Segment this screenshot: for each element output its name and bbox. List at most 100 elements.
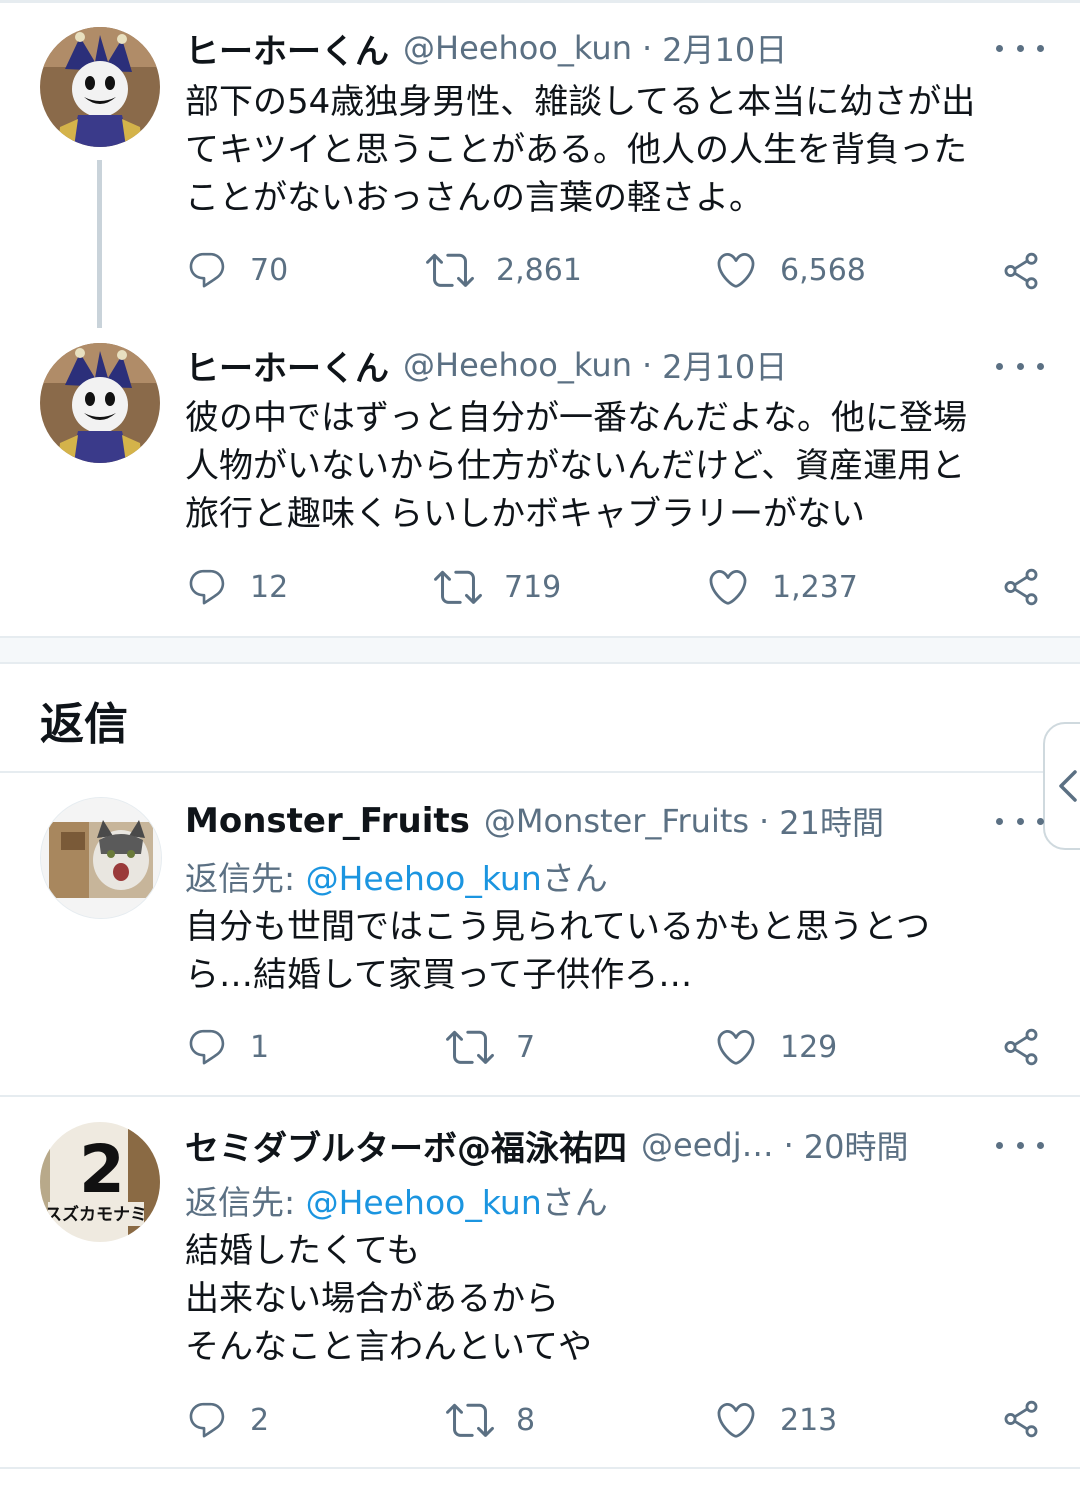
reply-icon (189, 1402, 225, 1438)
share-icon[interactable] (1000, 1398, 1042, 1440)
retweet-icon (446, 1030, 494, 1064)
section-gap (0, 636, 1080, 664)
like-button[interactable]: 213 (714, 1396, 837, 1444)
reply-count: 70 (250, 252, 289, 288)
tweet-text-line: 旅行と趣味くらいしかボキャブラリーがない (185, 494, 865, 534)
like-button[interactable]: 1,237 (706, 563, 858, 611)
replying-to-handle[interactable]: @Heehoo_kun (306, 859, 542, 898)
replying-to-label: 返信先: (185, 859, 306, 898)
reply-count: 12 (250, 569, 289, 605)
tweet-text-line: そんなこと言わんといてや (185, 1327, 592, 1367)
retweet-count: 8 (516, 1402, 536, 1438)
like-count: 213 (780, 1402, 838, 1438)
share-icon[interactable] (1000, 1026, 1042, 1068)
separator-dot: · (641, 346, 653, 384)
avatar-semi-double-turbo[interactable]: 2 スズカモナミ (40, 1122, 160, 1242)
retweet-count: 2,861 (496, 252, 582, 288)
tweet-text-line: 自分も世間ではこう見られているかもと思うとつ (185, 907, 930, 947)
more-icon[interactable] (996, 32, 1044, 64)
heart-icon (717, 252, 755, 288)
retweet-button[interactable]: 8 (446, 1396, 535, 1444)
reply-icon (189, 252, 225, 288)
author-handle[interactable]: @Monster_Fruits (484, 802, 749, 840)
tweet-time[interactable]: 2月10日 (662, 342, 787, 388)
retweet-button[interactable]: 719 (434, 563, 561, 611)
reply-button[interactable]: 1 (186, 1023, 269, 1071)
tweet-text-line: ことがないおっさんの言葉の軽さよ。 (185, 178, 763, 218)
avatar-heehoo[interactable] (40, 343, 160, 463)
tweet-text: 結婚したくても 出来ない場合があるから そんなこと言わんといてや (185, 1227, 1045, 1371)
like-count: 6,568 (780, 252, 866, 288)
reply-button[interactable]: 70 (186, 246, 288, 294)
tweet-text: 自分も世間ではこう見られているかもと思うとつ ら…結婚して家買って子供作ろ… (185, 903, 1045, 999)
replying-to-label: 返信先: (185, 1183, 306, 1222)
author-name[interactable]: セミダブルターボ@福泳祐四 (185, 1121, 627, 1170)
retweet-button[interactable]: 7 (446, 1023, 535, 1071)
tweet-text: 部下の54歳独身男性、雑談してると本当に幼さが出 てキツイと思うことがある。他人… (185, 78, 1045, 222)
heart-icon (717, 1029, 755, 1065)
share-icon[interactable] (1000, 250, 1042, 292)
tweet-header: セミダブルターボ@福泳祐四 @eedj… · 20時間 (185, 1119, 908, 1171)
reply-icon (189, 569, 225, 605)
tweet-text: 彼の中ではずっと自分が一番なんだよな。他に登場 人物がいないから仕方がないんだけ… (185, 394, 1045, 538)
author-name[interactable]: Monster_Fruits (185, 801, 470, 841)
tweet-time[interactable]: 2月10日 (662, 25, 787, 71)
reply-button[interactable]: 12 (186, 563, 288, 611)
separator-dot: · (641, 29, 653, 67)
tweet-text-line: 部下の54歳独身男性、雑談してると本当に幼さが出 (185, 82, 976, 122)
separator-dot: · (783, 1126, 794, 1164)
author-name[interactable]: ヒーホーくん (185, 341, 389, 390)
author-handle[interactable]: @Heehoo_kun (403, 346, 632, 384)
avatar-monster-fruits[interactable] (40, 797, 162, 919)
author-handle[interactable]: @Heehoo_kun (403, 29, 632, 67)
tweet-time[interactable]: 20時間 (804, 1122, 909, 1168)
tweet-header: ヒーホーくん @Heehoo_kun · 2月10日 (185, 22, 787, 74)
replying-to-handle[interactable]: @Heehoo_kun (306, 1183, 542, 1222)
top-border (0, 0, 1080, 3)
avatar-caption: スズカモナミ (45, 1204, 147, 1225)
like-button[interactable]: 129 (714, 1023, 837, 1071)
like-count: 129 (780, 1029, 838, 1065)
tweet-text-line: ら…結婚して家買って子供作ろ… (185, 955, 693, 995)
divider (0, 1467, 1080, 1469)
retweet-icon (446, 1403, 494, 1437)
reply-icon (189, 1029, 225, 1065)
separator-dot: · (759, 802, 770, 840)
retweet-count: 7 (516, 1029, 536, 1065)
tweet-text-line: 出来ない場合があるから (185, 1279, 559, 1319)
replying-to: 返信先: @Heehoo_kunさん (185, 852, 608, 900)
replying-to-suffix: さん (541, 859, 608, 898)
retweet-icon (434, 570, 482, 604)
more-icon[interactable] (996, 1129, 1044, 1161)
divider (0, 1095, 1080, 1097)
tweet-time[interactable]: 21時間 (779, 798, 884, 844)
avatar-number: 2 (79, 1131, 125, 1208)
replying-to: 返信先: @Heehoo_kunさん (185, 1176, 608, 1224)
author-handle[interactable]: @eedj… (641, 1126, 774, 1164)
thread-connector (97, 160, 102, 328)
reply-count: 2 (250, 1402, 270, 1438)
retweet-button[interactable]: 2,861 (426, 246, 582, 294)
tweet-text-line: 人物がいないから仕方がないんだけど、資産運用と (185, 446, 966, 486)
more-icon[interactable] (996, 350, 1044, 382)
chevron-left-icon (1059, 770, 1077, 802)
replies-heading: 返信 (40, 699, 128, 750)
retweet-icon (426, 253, 474, 287)
avatar-heehoo[interactable] (40, 27, 160, 147)
like-count: 1,237 (772, 569, 858, 605)
tweet-text-line: てキツイと思うことがある。他人の人生を背負った (185, 130, 967, 170)
retweet-count: 719 (504, 569, 562, 605)
share-icon[interactable] (1000, 566, 1042, 608)
divider (0, 771, 1080, 773)
author-name[interactable]: ヒーホーくん (185, 24, 389, 73)
heart-icon (717, 1402, 755, 1438)
like-button[interactable]: 6,568 (714, 246, 866, 294)
heart-icon (709, 569, 747, 605)
reply-button[interactable]: 2 (186, 1396, 269, 1444)
tweet-text-line: 彼の中ではずっと自分が一番なんだよな。他に登場 (185, 398, 967, 438)
replying-to-suffix: さん (541, 1183, 608, 1222)
reply-count: 1 (250, 1029, 270, 1065)
tweet-text-line: 結婚したくても (185, 1231, 421, 1271)
more-icon[interactable] (996, 805, 1044, 837)
side-panel-tab[interactable] (1043, 722, 1080, 850)
